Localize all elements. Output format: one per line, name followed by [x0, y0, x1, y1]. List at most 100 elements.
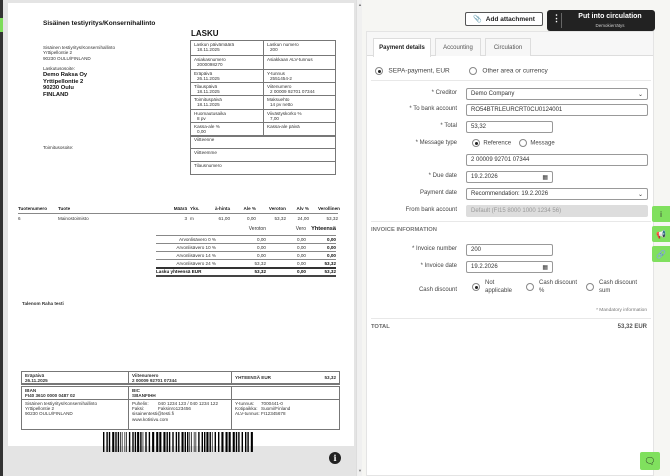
- slip-val: FI12345678: [261, 411, 286, 417]
- sender-line: 90230 OULU/FINLAND: [43, 55, 91, 61]
- info-value: 26.11.2025: [197, 76, 220, 82]
- radio-selected[interactable]: [472, 139, 480, 147]
- barcode-bar: [241, 432, 243, 452]
- barcode: [103, 432, 253, 452]
- divider: [371, 318, 651, 319]
- slip-total: YHTEENSÄ EUR 53,32: [231, 371, 340, 385]
- link-side-button[interactable]: 🔗: [652, 246, 670, 262]
- tab-payment-details[interactable]: Payment details: [373, 38, 431, 57]
- barcode-bar: [198, 432, 200, 452]
- to-bank-account-input[interactable]: RO54BTRLEURCRT0CU0124001: [466, 104, 648, 116]
- barcode-bar: [245, 432, 247, 452]
- add-attachment-button[interactable]: 📎 Add attachment: [465, 12, 543, 26]
- items-header-cell: Verollinen: [318, 206, 340, 211]
- barcode-bar: [134, 432, 137, 452]
- message-radio[interactable]: Message: [519, 139, 555, 147]
- due-date-input[interactable]: 19.2.2026 ▦: [466, 171, 553, 183]
- info-label: Asiakkaan ALV-tunnus: [267, 57, 313, 62]
- radio-unselected[interactable]: [519, 139, 527, 147]
- payment-form-card: Payment details Accounting Circulation S…: [366, 31, 654, 476]
- slip-address: Sisäinen testiyritys/Konsernihallinto Yrt…: [21, 399, 129, 430]
- info-value: 18.11.2025: [197, 89, 220, 95]
- tax-header-cell: Veroton: [248, 226, 266, 232]
- other-currency-radio[interactable]: Other area or currency: [469, 67, 548, 75]
- tab-accounting[interactable]: Accounting: [435, 38, 481, 56]
- from-bank-account-label: From bank account: [405, 207, 457, 213]
- reference-input[interactable]: 2 00009 92701 07344: [466, 154, 648, 166]
- barcode-bar: [172, 432, 174, 452]
- tax-row-cell: 0,00: [297, 236, 306, 242]
- calendar-icon[interactable]: ▦: [542, 264, 548, 271]
- company-title: Sisäinen testiyritys/Konsernihallinto: [43, 20, 156, 27]
- invoice-total-cell: 53,32: [324, 268, 337, 274]
- put-into-circulation-button[interactable]: ⋮ Put into circulation Demokierrätys: [547, 10, 655, 31]
- invoice-info-heading: INVOICE INFORMATION: [371, 227, 437, 233]
- info-cell: Asiakkaan ALV-tunnus: [263, 55, 336, 70]
- label: YHTEENSÄ EUR: [235, 374, 271, 380]
- value: SBANFIHH: [132, 393, 156, 399]
- total-label: * Total: [440, 123, 457, 129]
- reference-value: 2 00009 92701 07344: [471, 157, 530, 163]
- barcode-bar: [163, 432, 166, 452]
- circulate-label: Put into circulation: [578, 13, 642, 20]
- slip-ids: Y-tunnus: 7000441-0 Kotipaikka: Suomi/Finla…: [231, 399, 340, 430]
- megaphone-icon: 📢: [656, 229, 666, 239]
- value: 2 00009 92701 07344: [132, 378, 177, 384]
- invoice-title: LASKU: [191, 29, 219, 38]
- announcement-side-button[interactable]: 📢: [652, 226, 670, 242]
- note: Talenom Raha testi: [22, 301, 64, 306]
- cash-discount-option-label: Not applicable: [485, 279, 512, 295]
- barcode-bar: [209, 432, 211, 452]
- radio-selected[interactable]: [472, 283, 480, 291]
- cash-discount-radio[interactable]: Cash discount sum: [586, 279, 637, 295]
- barcode-bar: [152, 432, 155, 452]
- invoice-number-input[interactable]: 200: [466, 244, 553, 256]
- invoice-date-input[interactable]: 19.2.2026 ▦: [466, 261, 553, 273]
- tab-circulation[interactable]: Circulation: [485, 38, 531, 56]
- radio-selected[interactable]: [375, 67, 383, 75]
- radio-unselected[interactable]: [469, 67, 477, 75]
- cash-discount-radio[interactable]: Not applicable: [472, 279, 512, 295]
- barcode-bar: [211, 432, 213, 452]
- info-value: 18.11.2025: [197, 102, 220, 108]
- sepa-label: SEPA-payment, EUR: [388, 67, 450, 75]
- slip-row: www.kotisivu.com: [132, 417, 228, 422]
- calendar-icon[interactable]: ▦: [542, 174, 548, 181]
- barcode-bar: [228, 432, 231, 452]
- creditor-select[interactable]: Demo Company ⌄: [466, 88, 648, 100]
- barcode-bar: [178, 432, 180, 452]
- total-footer-value: 53,32 EUR: [617, 324, 647, 330]
- divider: [371, 221, 651, 222]
- barcode-bar: [121, 432, 123, 452]
- items-header-cell: Ale %: [243, 206, 256, 211]
- info-cell: Maksuehto 14 pv netto: [263, 95, 336, 110]
- tax-row-cell: Arvonlisävero 0 %: [178, 236, 216, 242]
- tax-row-cell: 0,00: [297, 252, 306, 258]
- more-options-icon[interactable]: ⋮: [552, 13, 562, 28]
- reference-label: Reference: [483, 140, 512, 147]
- chat-icon: 🗨: [644, 455, 656, 466]
- item-cell: 6: [18, 216, 21, 221]
- info-value: 0,00: [197, 129, 206, 135]
- barcode-bar: [159, 432, 162, 452]
- radio-unselected[interactable]: [526, 283, 534, 291]
- item-cell: 53,32: [274, 216, 287, 221]
- payment-date-select[interactable]: Recommendation: 19.2.2026 ⌄: [466, 188, 648, 200]
- cash-discount-radio[interactable]: Cash discount%: [526, 279, 577, 295]
- line: sum: [599, 288, 611, 294]
- barcode-bar: [115, 432, 117, 452]
- item-cell: m: [190, 216, 194, 221]
- chat-button[interactable]: 🗨: [640, 452, 660, 470]
- barcode-bar: [140, 432, 142, 452]
- chevron-down-icon: ⌄: [637, 191, 643, 198]
- creditor-label: * Creditor: [431, 90, 457, 96]
- info-full-cell: Viitteemme: [190, 148, 336, 162]
- barcode-bar: [250, 432, 253, 452]
- total-input[interactable]: 53,32: [466, 121, 553, 133]
- radio-unselected[interactable]: [586, 283, 594, 291]
- from-bank-account-value: Default (FI15 8000 1000 1234 56): [471, 208, 562, 214]
- sepa-radio[interactable]: SEPA-payment, EUR: [375, 67, 450, 75]
- reference-radio[interactable]: Reference: [472, 139, 511, 147]
- info-side-button[interactable]: i: [652, 206, 670, 222]
- info-icon[interactable]: i: [329, 452, 341, 464]
